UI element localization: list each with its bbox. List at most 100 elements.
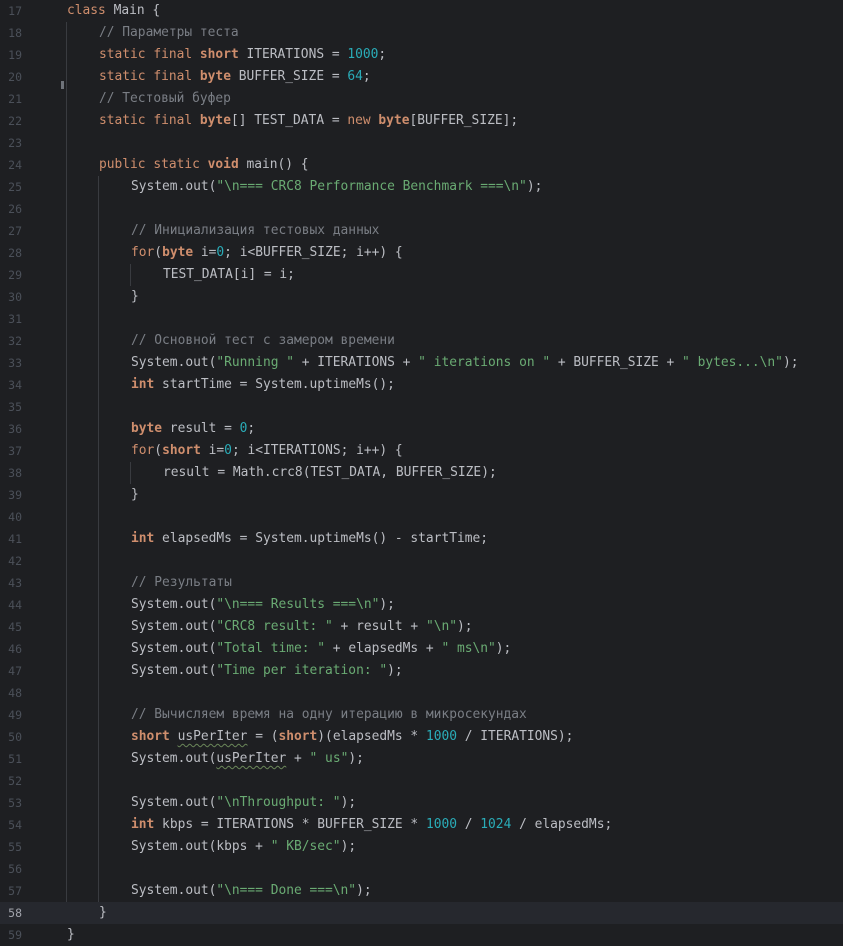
code-token: System.out(: [131, 597, 217, 612]
code-token: public static: [99, 157, 208, 172]
code-token: "\n=== Results ===\n": [216, 597, 380, 612]
code-text: System.out("Total time: " + elapsedMs + …: [131, 638, 511, 660]
code-line[interactable]: 55 System.out(kbps + " KB/sec");: [0, 836, 843, 858]
line-number: 31: [8, 312, 22, 326]
code-token: );: [340, 839, 357, 854]
code-line[interactable]: 32 // Основной тест с замером времени: [0, 330, 843, 352]
line-number: 55: [8, 840, 22, 854]
line-number: 46: [8, 642, 22, 656]
code-token: 1000: [425, 729, 457, 744]
code-line[interactable]: 50 short usPerIter = (short)(elapsedMs * …: [0, 726, 843, 748]
code-line[interactable]: 37 for(short i=0; i<ITERATIONS; i++) {: [0, 440, 843, 462]
line-number: 30: [8, 290, 22, 304]
line-number: 24: [8, 158, 22, 172]
code-line[interactable]: 54 int kbps = ITERATIONS * BUFFER_SIZE * …: [0, 814, 843, 836]
code-line[interactable]: 22 static final byte[] TEST_DATA = new by…: [0, 110, 843, 132]
code-token: static final: [99, 113, 200, 128]
code-line[interactable]: 31: [0, 308, 843, 330]
code-line[interactable]: 42: [0, 550, 843, 572]
code-token: byte: [131, 421, 163, 436]
code-text: System.out("\n=== CRC8 Performance Bench…: [131, 176, 542, 198]
code-token: "Time per iteration: ": [216, 663, 388, 678]
line-number: 41: [8, 532, 22, 546]
code-line[interactable]: 27 // Инициализация тестовых данных: [0, 220, 843, 242]
line-number: 45: [8, 620, 22, 634]
code-line[interactable]: 46 System.out("Total time: " + elapsedMs …: [0, 638, 843, 660]
code-token: static final: [99, 69, 200, 84]
code-line[interactable]: 30}: [0, 286, 843, 308]
line-number: 18: [8, 26, 22, 40]
code-line[interactable]: 25 System.out("\n=== CRC8 Performance Ben…: [0, 176, 843, 198]
code-token: elapsedMs = System.uptimeMs() - startTim…: [154, 531, 489, 546]
code-token: (: [154, 443, 163, 458]
code-text: // Вычисляем время на одну итерацию в ми…: [131, 704, 527, 726]
code-text: int kbps = ITERATIONS * BUFFER_SIZE * 10…: [131, 814, 612, 836]
code-line[interactable]: 40: [0, 506, 843, 528]
line-number: 19: [8, 48, 22, 62]
code-token: / elapsedMs;: [511, 817, 613, 832]
code-line[interactable]: 57 System.out("\n=== Done ===\n");: [0, 880, 843, 902]
code-line[interactable]: 52: [0, 770, 843, 792]
code-token: for: [131, 443, 155, 458]
code-line[interactable]: 49 // Вычисляем время на одну итерацию в …: [0, 704, 843, 726]
code-line[interactable]: 24 public static void main() {: [0, 154, 843, 176]
code-token: System.out(: [131, 751, 217, 766]
code-token: System.out(: [131, 883, 217, 898]
code-line[interactable]: 20 static final byte BUFFER_SIZE = 64;: [0, 66, 843, 88]
code-line[interactable]: 33 System.out("Running " + ITERATIONS + "…: [0, 352, 843, 374]
code-text: // Параметры теста: [99, 22, 239, 44]
line-number: 21: [8, 92, 22, 106]
code-token: System.out(: [131, 641, 217, 656]
code-token: ; i<BUFFER_SIZE; i++) {: [224, 245, 403, 260]
code-line[interactable]: 53 System.out("\nThroughput: ");: [0, 792, 843, 814]
code-line[interactable]: 21 // Тестовый буфер: [0, 88, 843, 110]
code-line[interactable]: 29 TEST_DATA[i] = i;: [0, 264, 843, 286]
code-line[interactable]: 26: [0, 198, 843, 220]
line-number: 35: [8, 400, 22, 414]
code-token: 0: [224, 443, 232, 458]
code-token: +: [286, 751, 310, 766]
code-token: + elapsedMs +: [325, 641, 442, 656]
code-token: 1000: [425, 817, 457, 832]
code-text: }: [131, 286, 139, 308]
code-token: )(elapsedMs *: [317, 729, 426, 744]
code-line[interactable]: 35: [0, 396, 843, 418]
code-line[interactable]: 36 byte result = 0;: [0, 418, 843, 440]
code-token: }: [99, 905, 107, 920]
code-line[interactable]: 38 result = Math.crc8(TEST_DATA, BUFFER_S…: [0, 462, 843, 484]
code-line[interactable]: 43 // Результаты: [0, 572, 843, 594]
code-text: for(short i=0; i<ITERATIONS; i++) {: [131, 440, 403, 462]
code-token: "\nThroughput: ": [216, 795, 341, 810]
code-token: startTime = System.uptimeMs();: [154, 377, 395, 392]
code-line[interactable]: 58}: [0, 902, 843, 924]
code-line[interactable]: 51 System.out(usPerIter + " us");: [0, 748, 843, 770]
code-line[interactable]: 17 class Main {: [0, 0, 843, 22]
code-line[interactable]: 45 System.out("CRC8 result: " + result + …: [0, 616, 843, 638]
code-line[interactable]: 44 System.out("\n=== Results ===\n");: [0, 594, 843, 616]
line-number: 22: [8, 114, 22, 128]
code-line[interactable]: 39}: [0, 484, 843, 506]
code-token: "\n=== CRC8 Performance Benchmark ===\n": [216, 179, 527, 194]
code-token: BUFFER_SIZE =: [230, 69, 348, 84]
code-token: ;: [362, 69, 371, 84]
code-token: new: [347, 113, 379, 128]
code-line[interactable]: 34 int startTime = System.uptimeMs();: [0, 374, 843, 396]
code-line[interactable]: 59}: [0, 924, 843, 946]
code-token: "\n=== Done ===\n": [216, 883, 357, 898]
code-line[interactable]: 18 // Параметры теста: [0, 22, 843, 44]
change-marker-icon: [61, 81, 64, 89]
code-text: static final short ITERATIONS = 1000;: [99, 44, 386, 66]
code-text: byte result = 0;: [131, 418, 255, 440]
code-token: "CRC8 result: ": [216, 619, 333, 634]
code-line[interactable]: 28 for(byte i=0; i<BUFFER_SIZE; i++) {: [0, 242, 843, 264]
code-token: short: [278, 729, 318, 744]
code-line[interactable]: 23: [0, 132, 843, 154]
code-line[interactable]: 41 int elapsedMs = System.uptimeMs() - st…: [0, 528, 843, 550]
code-editor[interactable]: 17 class Main { 18 // Параметры теста 19 stat…: [0, 0, 843, 946]
code-token: class: [67, 3, 106, 18]
code-line[interactable]: 56: [0, 858, 843, 880]
code-line[interactable]: 19 static final short ITERATIONS = 1000;: [0, 44, 843, 66]
code-token: }: [131, 289, 139, 304]
code-line[interactable]: 48: [0, 682, 843, 704]
code-line[interactable]: 47 System.out("Time per iteration: ");: [0, 660, 843, 682]
